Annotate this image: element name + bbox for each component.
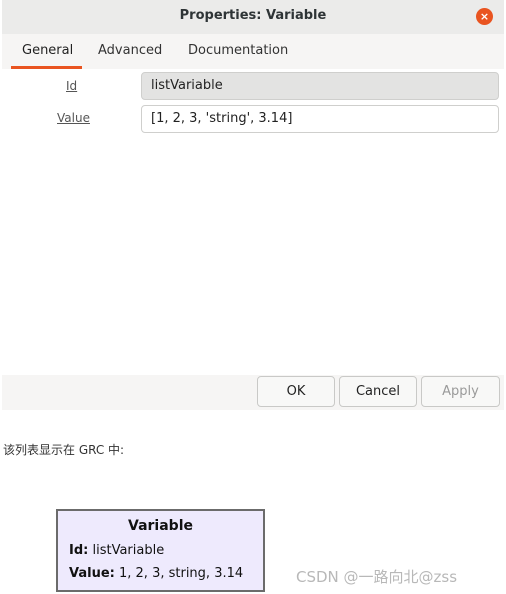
id-field[interactable]: listVariable — [141, 72, 499, 100]
block-id-label: Id: — [69, 543, 89, 558]
properties-dialog: Properties: Variable × General Advanced … — [2, 0, 504, 410]
tab-advanced[interactable]: Advanced — [98, 43, 162, 58]
close-icon[interactable]: × — [476, 8, 493, 25]
properties-panel: Id listVariable Value [1, 2, 3, 'string'… — [2, 69, 504, 375]
apply-button[interactable]: Apply — [421, 376, 500, 407]
tab-general[interactable]: General — [22, 43, 73, 58]
button-bar: OK Cancel Apply — [2, 375, 504, 410]
block-id-line: Id: listVariable — [69, 543, 164, 558]
block-id-value: listVariable — [92, 543, 165, 558]
tab-bar: General Advanced Documentation — [2, 34, 504, 70]
block-value-label: Value: — [69, 566, 115, 581]
ok-button[interactable]: OK — [257, 376, 335, 407]
tab-documentation[interactable]: Documentation — [188, 43, 288, 58]
block-title: Variable — [128, 518, 193, 534]
dialog-title: Properties: Variable — [179, 8, 327, 23]
watermark: CSDN @一路向北@zss — [296, 568, 458, 586]
value-label: Value — [57, 111, 90, 125]
block-value-value: 1, 2, 3, string, 3.14 — [119, 566, 244, 581]
value-field[interactable]: [1, 2, 3, 'string', 3.14] — [141, 105, 499, 133]
grc-variable-block: Variable Id: listVariable Value: 1, 2, 3… — [56, 509, 265, 592]
caption-text: 该列表显示在 GRC 中: — [3, 443, 125, 457]
cancel-button[interactable]: Cancel — [339, 376, 417, 407]
id-label: Id — [66, 79, 78, 93]
title-bar: Properties: Variable × — [2, 0, 504, 34]
block-value-line: Value: 1, 2, 3, string, 3.14 — [69, 566, 243, 581]
